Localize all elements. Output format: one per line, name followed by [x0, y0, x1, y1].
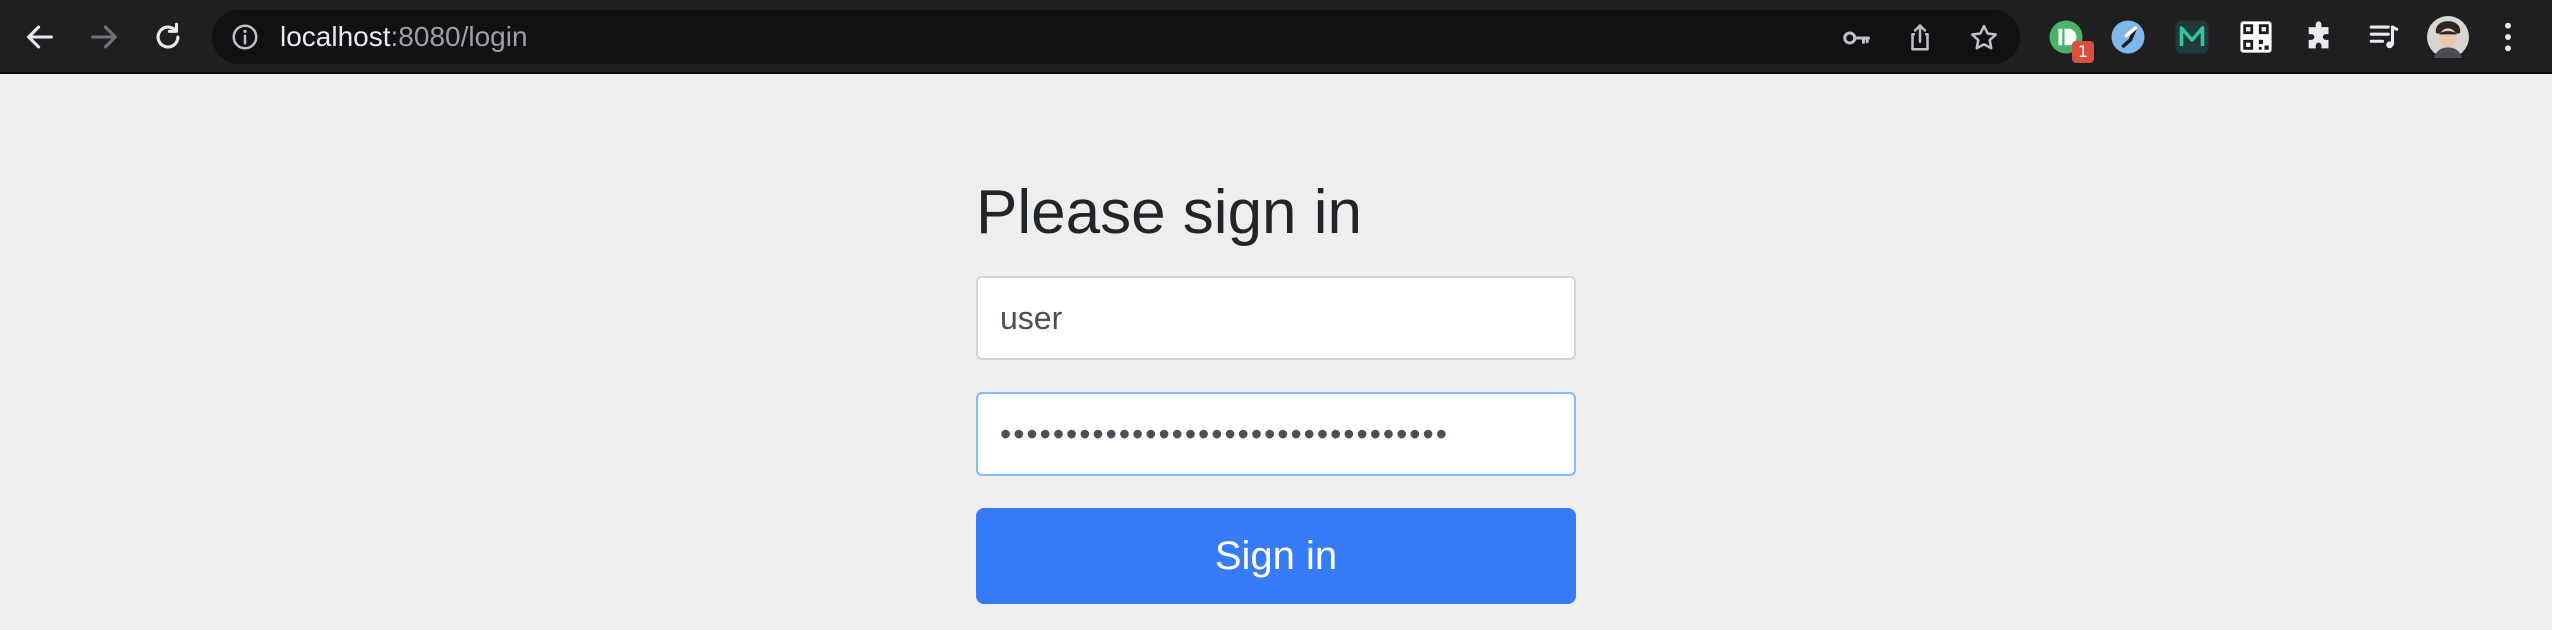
- address-bar[interactable]: localhost:8080/login: [212, 10, 2020, 64]
- media-queue-icon: [2369, 25, 2399, 49]
- password-input[interactable]: [976, 392, 1576, 476]
- password-manager-button[interactable]: [1836, 18, 1876, 58]
- star-icon: [1971, 24, 1997, 50]
- extension-safari-style[interactable]: [2106, 15, 2150, 59]
- puzzle-icon: [2308, 21, 2329, 49]
- key-icon: [1843, 31, 1870, 45]
- share-icon: [1911, 24, 1929, 51]
- browser-toolbar: localhost:8080/login 1: [0, 0, 2552, 74]
- sign-in-button[interactable]: Sign in: [976, 508, 1576, 604]
- extension-qr-code[interactable]: [2234, 15, 2278, 59]
- profile-avatar[interactable]: [2426, 15, 2470, 59]
- browser-menu-button[interactable]: [2488, 15, 2528, 59]
- media-control-button[interactable]: [2362, 15, 2406, 59]
- url-text[interactable]: localhost:8080/login: [280, 10, 528, 64]
- url-host: localhost: [280, 21, 391, 52]
- back-button[interactable]: [16, 13, 64, 61]
- m-logo-icon: [2175, 20, 2209, 54]
- bookmark-button[interactable]: [1964, 18, 2004, 58]
- extensions-button[interactable]: [2298, 15, 2342, 59]
- back-arrow-icon: [27, 25, 53, 49]
- forward-button[interactable]: [80, 13, 128, 61]
- extension-badge: 1: [2072, 41, 2094, 63]
- forward-arrow-icon: [91, 25, 117, 49]
- reload-button[interactable]: [144, 13, 192, 61]
- extension-markdown[interactable]: [2170, 15, 2214, 59]
- compass-icon: [2111, 20, 2145, 54]
- share-button[interactable]: [1900, 18, 1940, 58]
- kebab-menu-icon: [2505, 22, 2511, 52]
- reload-icon: [156, 22, 180, 49]
- page-content: Please sign in Sign in: [0, 74, 2552, 630]
- info-icon[interactable]: [230, 22, 260, 52]
- avatar-icon: [2427, 16, 2469, 58]
- extension-pushbullet[interactable]: 1: [2044, 15, 2094, 63]
- username-input[interactable]: [976, 276, 1576, 360]
- url-path: :8080/login: [390, 21, 528, 52]
- page-title: Please sign in: [976, 178, 1363, 247]
- qr-code-icon: [2240, 21, 2272, 53]
